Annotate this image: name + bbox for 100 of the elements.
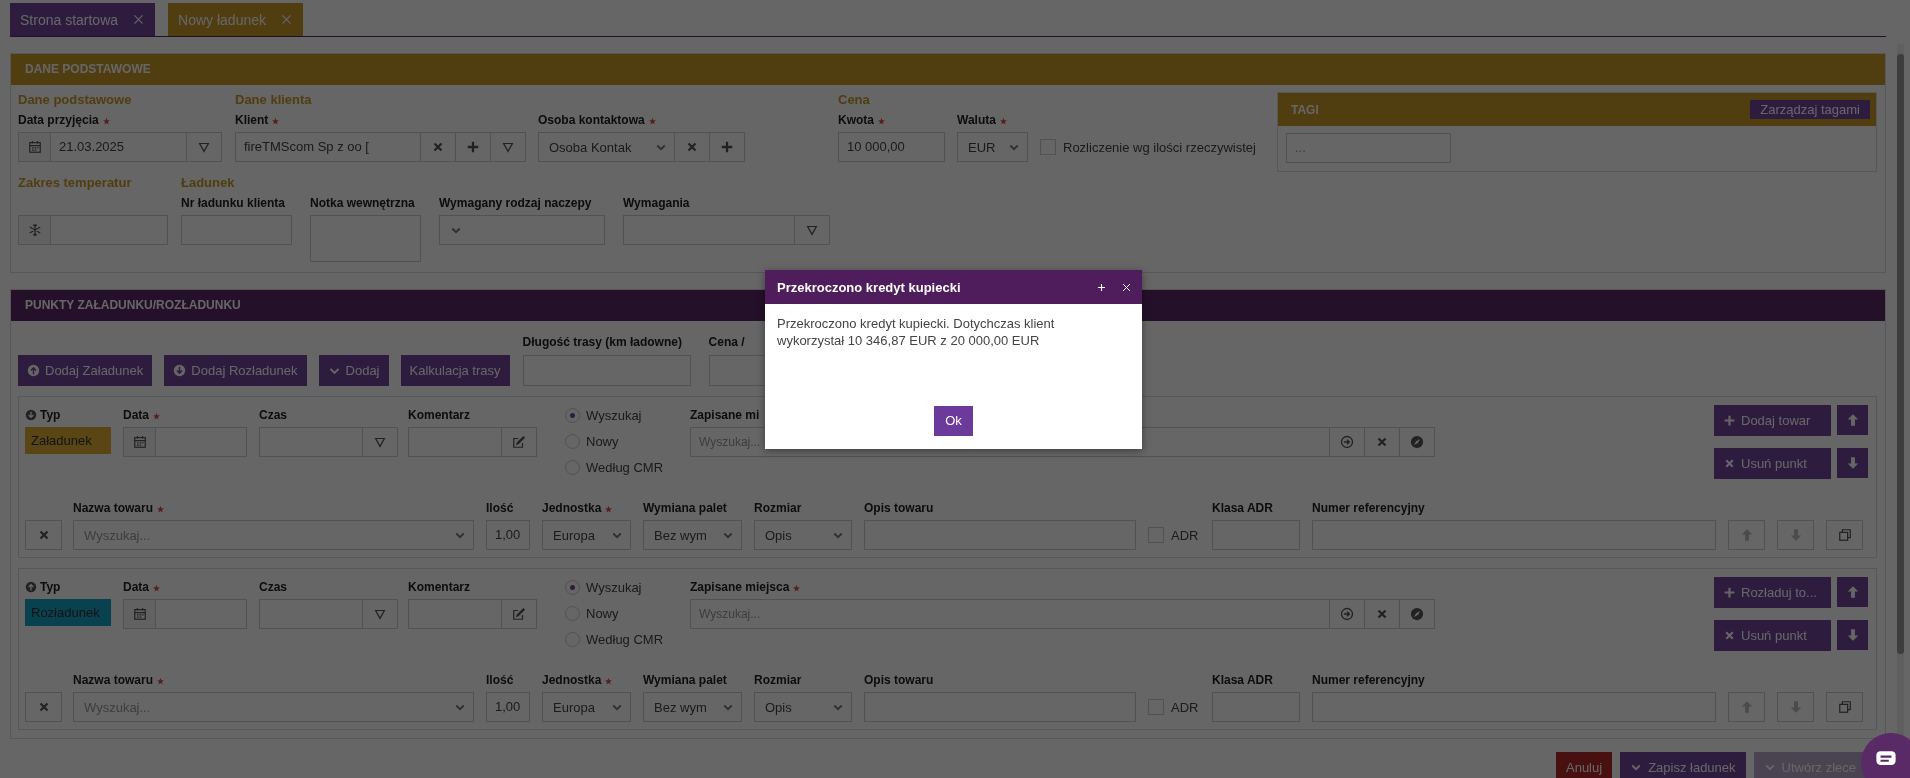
move-down-button[interactable]: [1777, 520, 1814, 550]
add-button[interactable]: Dodaj Załadunek: [18, 355, 153, 386]
move-down-button[interactable]: [1837, 448, 1868, 478]
manage-tags-button[interactable]: Zarządzaj tagami: [1750, 100, 1870, 119]
times-icon: [1723, 457, 1736, 470]
dropdown-button[interactable]: Dodaj: [318, 355, 389, 386]
clear-button[interactable]: [674, 132, 710, 162]
calendar-icon: [27, 140, 42, 154]
pallet-select[interactable]: Bez wym: [643, 692, 742, 722]
date-field[interactable]: 21.03.2025: [50, 132, 187, 162]
locate-button[interactable]: [1399, 427, 1435, 457]
add-button[interactable]: [455, 132, 491, 162]
caret-icon: [373, 435, 387, 449]
save-button[interactable]: Zapisz ładunek: [1620, 752, 1746, 778]
client-field[interactable]: fireTMScom Sp z oo [: [235, 132, 421, 162]
tab[interactable]: Nowy ładunek: [168, 3, 303, 36]
close-icon[interactable]: [1121, 281, 1132, 293]
caret-icon: [501, 140, 515, 154]
field-label: Czas: [259, 580, 287, 594]
size-select[interactable]: Opis: [754, 520, 852, 550]
field-label: Klasa ADR: [1212, 673, 1273, 687]
calendar-button[interactable]: [123, 599, 156, 629]
add-button[interactable]: [709, 132, 745, 162]
field-label: Komentarz: [408, 580, 470, 594]
quantity-field[interactable]: 1,00: [486, 520, 530, 550]
copy-button[interactable]: [1826, 692, 1863, 722]
remove-row-button[interactable]: [25, 692, 62, 722]
dropdown-button[interactable]: [794, 215, 830, 245]
edit-icon: [512, 607, 526, 621]
plus-icon[interactable]: [1096, 281, 1107, 293]
action-button[interactable]: Kalkulacja trasy: [400, 355, 510, 386]
field-label: Typ: [40, 408, 61, 422]
calendar-button[interactable]: [18, 132, 51, 162]
clear-button[interactable]: [420, 132, 456, 162]
quantity-field[interactable]: 1,00: [486, 692, 530, 722]
caret-icon: [373, 607, 387, 621]
radio-label: Wyszukaj: [586, 580, 642, 596]
field-label: Zapisane mi: [690, 408, 760, 422]
add-button[interactable]: Dodaj Rozładunek: [164, 355, 307, 386]
go-button[interactable]: [1329, 599, 1365, 629]
caret-icon: [197, 140, 211, 154]
arrow-up-icon: [1845, 585, 1860, 599]
move-up-button[interactable]: [1728, 692, 1765, 722]
temperature-button[interactable]: [18, 215, 51, 245]
field-label: Numer referencyjny: [1312, 673, 1425, 687]
select-field[interactable]: [439, 215, 605, 245]
edit-button[interactable]: [501, 427, 537, 457]
times-icon: [431, 140, 445, 154]
select-field[interactable]: EUR: [957, 132, 1028, 162]
move-up-button[interactable]: [1837, 405, 1868, 435]
radio-label: Wyszukaj: [586, 408, 642, 424]
dropdown-button[interactable]: [186, 132, 222, 162]
unit-select[interactable]: Europa: [542, 520, 631, 550]
ok-button[interactable]: Ok: [934, 406, 973, 436]
field-label: Data: [123, 408, 149, 422]
locate-button[interactable]: [1399, 599, 1435, 629]
circle-down-icon: [173, 364, 187, 377]
move-up-button[interactable]: [1728, 520, 1765, 550]
caret-icon: [805, 223, 819, 237]
compass-icon: [1410, 435, 1424, 449]
dropdown-button[interactable]: [490, 132, 526, 162]
arrow-down-icon: [1788, 700, 1803, 714]
tab[interactable]: Strona startowa: [10, 3, 156, 36]
remove-point-button[interactable]: Usuń punkt: [1714, 620, 1831, 651]
unit-select[interactable]: Europa: [542, 692, 631, 722]
add-goods-button[interactable]: Rozładuj to...: [1714, 577, 1831, 608]
radio-label: Według CMR: [586, 631, 664, 647]
contact-select[interactable]: Osoba Kontak: [538, 132, 675, 162]
group-heading: Dane podstawowe: [18, 92, 133, 108]
times-icon: [1375, 607, 1389, 621]
cancel-button[interactable]: Anuluj: [1556, 752, 1613, 778]
radio-button[interactable]: [565, 580, 580, 596]
dropdown-button[interactable]: [362, 427, 398, 457]
calendar-icon: [132, 607, 147, 621]
type-badge: Załadunek: [25, 427, 111, 454]
arrow-down-icon: [1788, 528, 1803, 542]
move-up-button[interactable]: [1837, 577, 1868, 607]
clear-button[interactable]: [1364, 599, 1400, 629]
checkbox-label: Rozliczenie wg ilości rzeczywistej: [1063, 139, 1256, 155]
go-button[interactable]: [1329, 427, 1365, 457]
circle-down-icon[interactable]: [25, 409, 37, 421]
dropdown-button[interactable]: [362, 599, 398, 629]
clear-button[interactable]: [1364, 427, 1400, 457]
remove-point-button[interactable]: Usuń punkt: [1714, 448, 1831, 479]
move-down-button[interactable]: [1837, 620, 1868, 650]
move-down-button[interactable]: [1777, 692, 1814, 722]
copy-button[interactable]: [1826, 520, 1863, 550]
size-select[interactable]: Opis: [754, 692, 852, 722]
edit-button[interactable]: [501, 599, 537, 629]
pallet-select[interactable]: Bez wym: [643, 520, 742, 550]
text-field[interactable]: 10 000,00: [838, 132, 945, 162]
field-label: Klasa ADR: [1212, 501, 1273, 515]
radio-button[interactable]: [565, 408, 580, 424]
remove-row-button[interactable]: [25, 520, 62, 550]
add-goods-button[interactable]: Dodaj towar: [1714, 405, 1831, 436]
plus-icon: [1723, 586, 1736, 599]
arrow-up-icon: [1739, 700, 1754, 714]
calendar-button[interactable]: [123, 427, 156, 457]
tags-field[interactable]: ...: [1286, 133, 1451, 163]
circle-up-icon[interactable]: [25, 581, 37, 593]
